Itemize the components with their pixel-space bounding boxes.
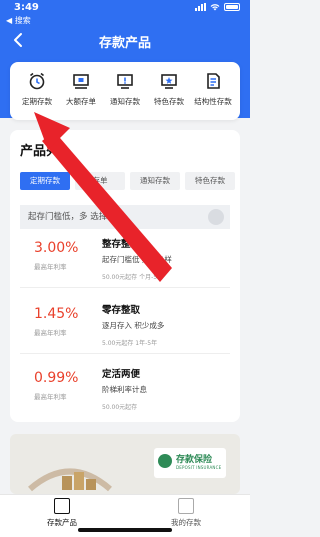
product-term: 50.00元起存 个月-5年 [102,274,164,281]
product-item[interactable]: 3.00% 最高年利率 整存整取 起存门槛低 期限多样 50.00元起存 个月-… [20,230,230,288]
product-list-title: 产品列 [20,144,60,159]
product-name: 定活两便 [102,369,141,380]
home-indicator [78,528,172,532]
alarm-clock-icon [26,70,48,92]
deposit-products-icon [54,498,70,514]
logo-text: 存款保险 [176,455,213,465]
product-item[interactable]: 1.45% 最高年利率 零存整取 逐月存入 积少成多 5.00元起存 1年-5年 [20,296,230,354]
category-card: 定期存款 大额存单 通知存款 特色存款 结构性存款 [10,62,240,120]
category-label: 通知存款 [110,97,140,106]
product-desc: 起存门槛低 期限多样 [102,255,172,264]
filter-text: 起存门槛低，多 选择 [28,212,108,222]
certificate-icon [70,70,92,92]
close-icon[interactable] [208,209,224,225]
status-bar: 3:49 [0,0,250,16]
category-label: 特色存款 [154,97,184,106]
product-name: 整存整取 [102,239,141,250]
product-rate: 1.45% [34,306,79,322]
product-term: 5.00元起存 1年-5年 [102,340,158,347]
category-structured-deposit[interactable]: 结构性存款 [192,70,234,120]
nav-deposit-products[interactable]: 存款产品 [32,498,92,528]
tab-notice-deposit[interactable]: 通知存款 [130,172,180,190]
product-list-card: 产品列 定期存款 存单 通知存款 特色存款 起存门槛低，多 选择 3.00% 最… [10,130,240,422]
product-rate-label: 最高年利率 [34,393,67,401]
category-large-cd[interactable]: 大额存单 [60,70,102,120]
product-tabs: 定期存款 存单 通知存款 特色存款 [20,172,235,190]
back-to-search-link[interactable]: ◀ 搜索 [6,15,31,26]
category-special-deposit[interactable]: 特色存款 [148,70,190,120]
product-rate-label: 最高年利率 [34,263,67,271]
notice-icon [114,70,136,92]
insurance-logo-icon [158,454,172,468]
category-label: 定期存款 [22,97,52,106]
product-item[interactable]: 0.99% 最高年利率 定活两便 阶梯利率计息 50.00元起存 [20,360,230,418]
product-desc: 阶梯利率计息 [102,385,147,394]
filter-bar[interactable]: 起存门槛低，多 选择 [20,205,230,229]
nav-label: 存款产品 [47,518,77,527]
banner-illustration [28,468,112,492]
logo-subtext: DEPOSIT INSURANCE [176,465,222,470]
battery-icon [224,3,240,11]
wifi-icon [210,4,220,11]
product-desc: 逐月存入 积少成多 [102,321,165,330]
tab-special-deposit[interactable]: 特色存款 [185,172,235,190]
product-rate: 3.00% [34,240,79,256]
page-title: 存款产品 [98,36,151,51]
structured-deposit-icon [202,70,224,92]
product-name: 零存整取 [102,305,141,316]
category-label: 大额存单 [66,97,96,106]
special-deposit-icon [158,70,180,92]
category-notice-deposit[interactable]: 通知存款 [104,70,146,120]
nav-my-deposits[interactable]: 我的存款 [156,498,216,528]
product-rate: 0.99% [34,370,79,386]
deposit-insurance-banner[interactable]: 存款保险 DEPOSIT INSURANCE [10,434,240,494]
tab-large-cd[interactable]: 存单 [75,172,125,190]
deposit-insurance-logo: 存款保险 DEPOSIT INSURANCE [154,448,226,478]
category-fixed-deposit[interactable]: 定期存款 [16,70,58,120]
signal-icon [195,3,206,11]
product-rate-label: 最高年利率 [34,329,67,337]
category-label: 结构性存款 [194,97,232,106]
nav-label: 我的存款 [171,518,201,527]
product-term: 50.00元起存 [102,404,138,411]
status-indicators [195,3,240,11]
my-deposits-icon [178,498,194,514]
tab-fixed-deposit[interactable]: 定期存款 [20,172,70,190]
status-time: 3:49 [14,2,39,13]
